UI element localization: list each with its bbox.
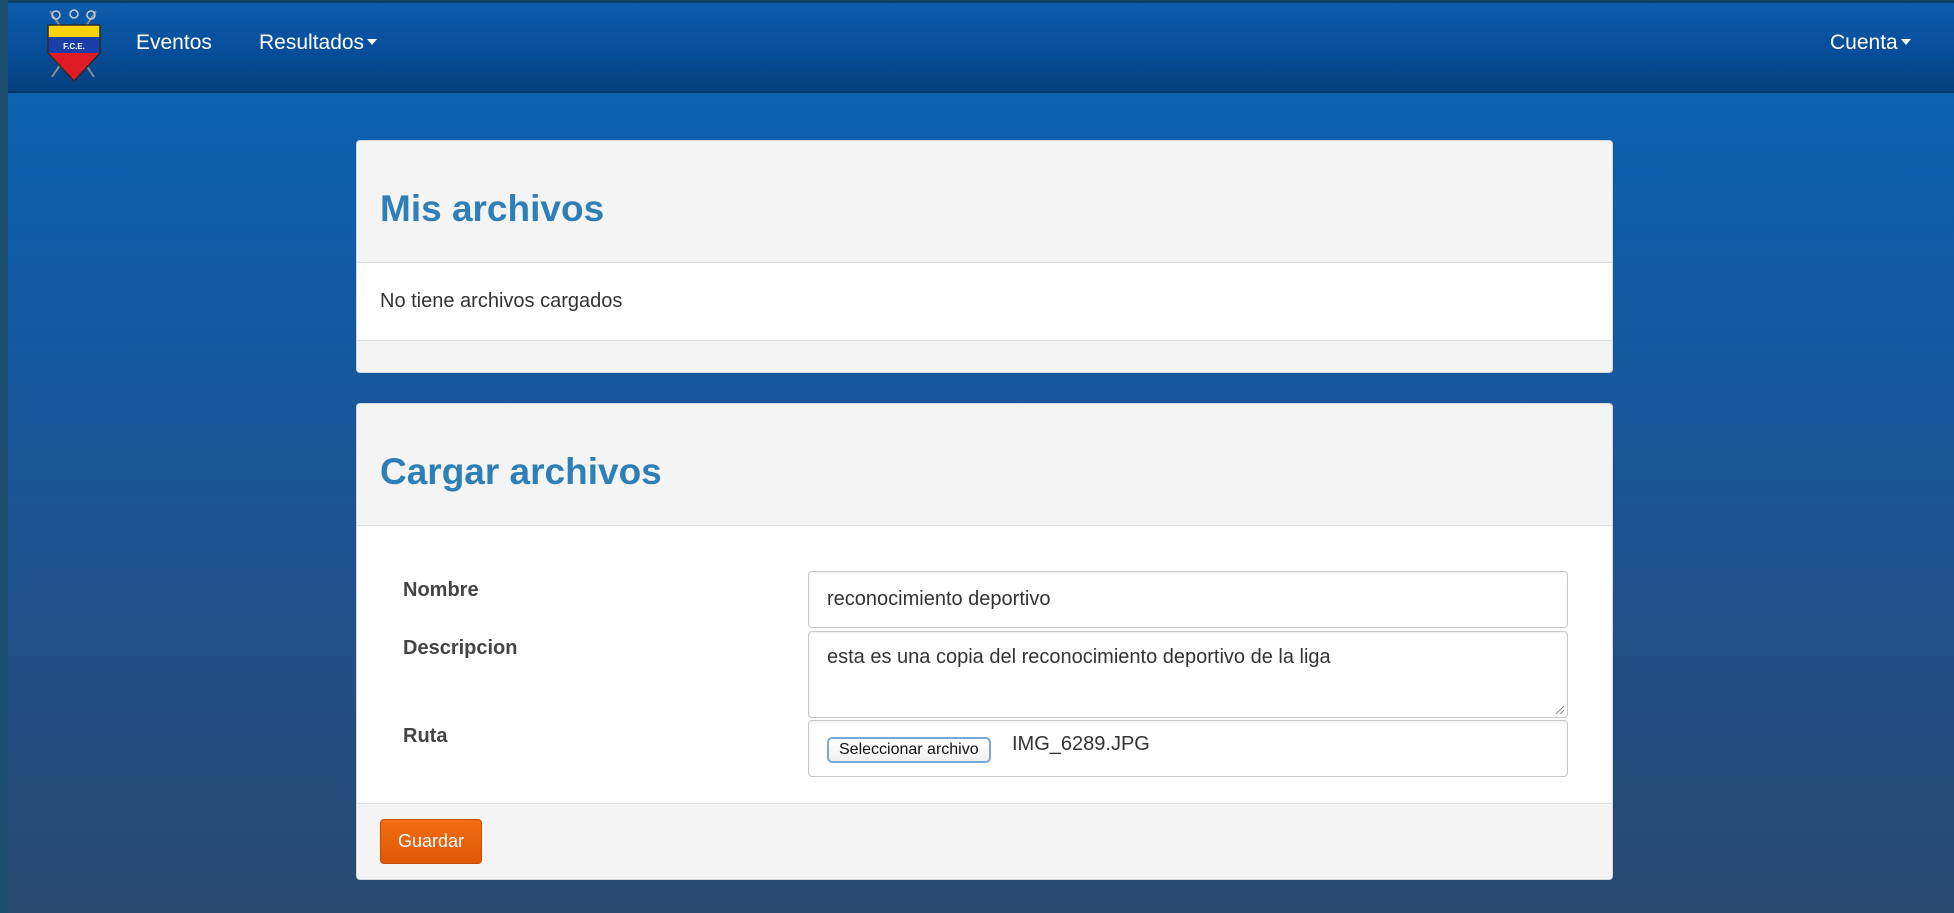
navbar: F.C.E. Eventos Resultados Cuenta xyxy=(8,0,1954,93)
nav-eventos-label: Eventos xyxy=(136,31,212,54)
nav-cuenta-label: Cuenta xyxy=(1830,31,1898,54)
nav-cuenta-dropdown[interactable]: Cuenta xyxy=(1830,29,1911,57)
upload-panel-title: Cargar archivos xyxy=(380,451,662,492)
nav-resultados-label: Resultados xyxy=(259,31,365,54)
nav-resultados-dropdown[interactable]: Resultados xyxy=(259,29,378,57)
selected-file-name: IMG_6289.JPG xyxy=(1012,733,1150,755)
files-panel: Mis archivos No tiene archivos cargados xyxy=(356,140,1613,373)
window-edge xyxy=(0,0,8,913)
files-panel-body: No tiene archivos cargados xyxy=(357,262,1612,341)
upload-form: Nombre Descripcion esta es una copia del… xyxy=(357,525,1612,804)
empty-files-message: No tiene archivos cargados xyxy=(380,290,623,312)
files-panel-title: Mis archivos xyxy=(380,188,605,229)
select-file-button[interactable]: Seleccionar archivo xyxy=(827,737,991,763)
caret-down-icon xyxy=(367,38,378,45)
caret-down-icon xyxy=(1900,38,1911,45)
fce-logo[interactable]: F.C.E. xyxy=(40,5,108,89)
ruta-file-input: Seleccionar archivo IMG_6289.JPG xyxy=(808,720,1568,777)
logo-text: F.C.E. xyxy=(63,42,85,51)
nombre-label: Nombre xyxy=(403,579,479,601)
nav-eventos[interactable]: Eventos xyxy=(136,29,212,57)
descripcion-label: Descripcion xyxy=(403,637,518,659)
resize-grip-icon[interactable] xyxy=(1554,704,1564,714)
nombre-input[interactable] xyxy=(808,571,1568,628)
ruta-label: Ruta xyxy=(403,725,448,747)
save-button[interactable]: Guardar xyxy=(380,819,483,864)
descripcion-value: esta es una copia del reconocimiento dep… xyxy=(827,646,1331,668)
upload-panel: Cargar archivos Nombre Descripcion esta … xyxy=(356,403,1613,880)
descripcion-textarea[interactable]: esta es una copia del reconocimiento dep… xyxy=(808,631,1568,718)
